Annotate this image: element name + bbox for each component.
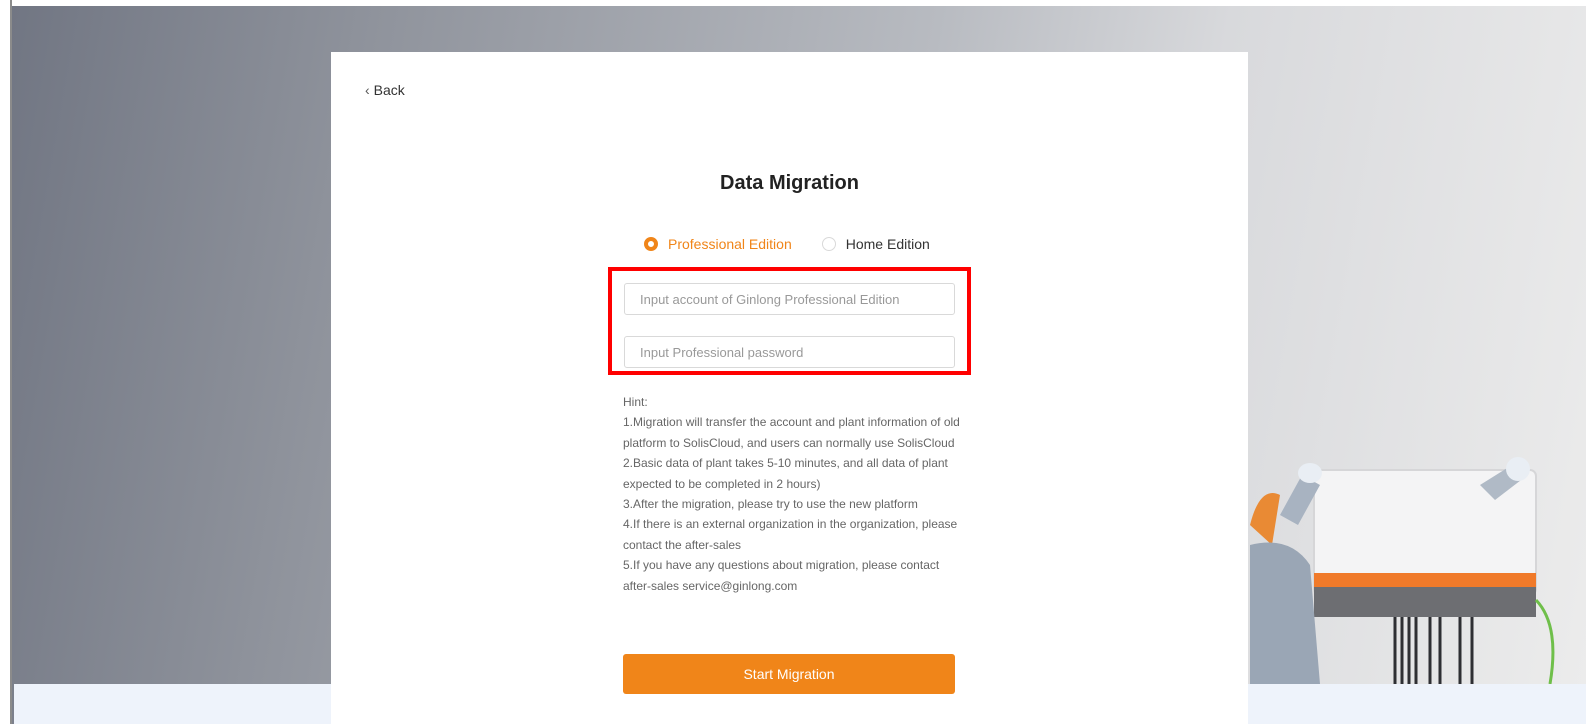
start-migration-button[interactable]: Start Migration xyxy=(623,654,955,694)
page-title: Data Migration xyxy=(720,172,859,194)
radio-unchecked-icon xyxy=(821,237,836,251)
migration-card: ‹ Back Data Migration Professional Editi… xyxy=(331,52,1248,724)
radio-professional-edition[interactable]: Professional Edition xyxy=(644,236,792,252)
window-left-edge xyxy=(0,0,12,724)
radio-label-home: Home Edition xyxy=(845,236,930,252)
edition-radio-group: Professional Edition Home Edition xyxy=(644,236,930,252)
radio-home-edition[interactable]: Home Edition xyxy=(821,236,930,252)
back-button[interactable]: ‹ Back xyxy=(365,82,405,98)
account-input[interactable] xyxy=(624,283,955,315)
hint-line: 3.After the migration, please try to use… xyxy=(623,497,918,512)
radio-label-professional: Professional Edition xyxy=(668,236,792,252)
hint-line: 2.Basic data of plant takes 5-10 minutes… xyxy=(623,456,948,491)
worker-illustration xyxy=(1250,457,1555,684)
hint-text: Hint: 1.Migration will transfer the acco… xyxy=(623,392,963,596)
password-input[interactable] xyxy=(624,336,955,368)
back-label: Back xyxy=(373,82,405,98)
radio-checked-icon xyxy=(644,237,658,251)
hint-line: 4.If there is an external organization i… xyxy=(623,517,958,552)
hint-line: Hint: xyxy=(623,395,648,409)
chevron-left-icon: ‹ xyxy=(365,82,370,98)
hint-line: 1.Migration will transfer the account an… xyxy=(623,415,960,450)
window-top-edge xyxy=(0,0,1586,6)
hint-line: 5.If you have any questions about migrat… xyxy=(623,558,940,593)
